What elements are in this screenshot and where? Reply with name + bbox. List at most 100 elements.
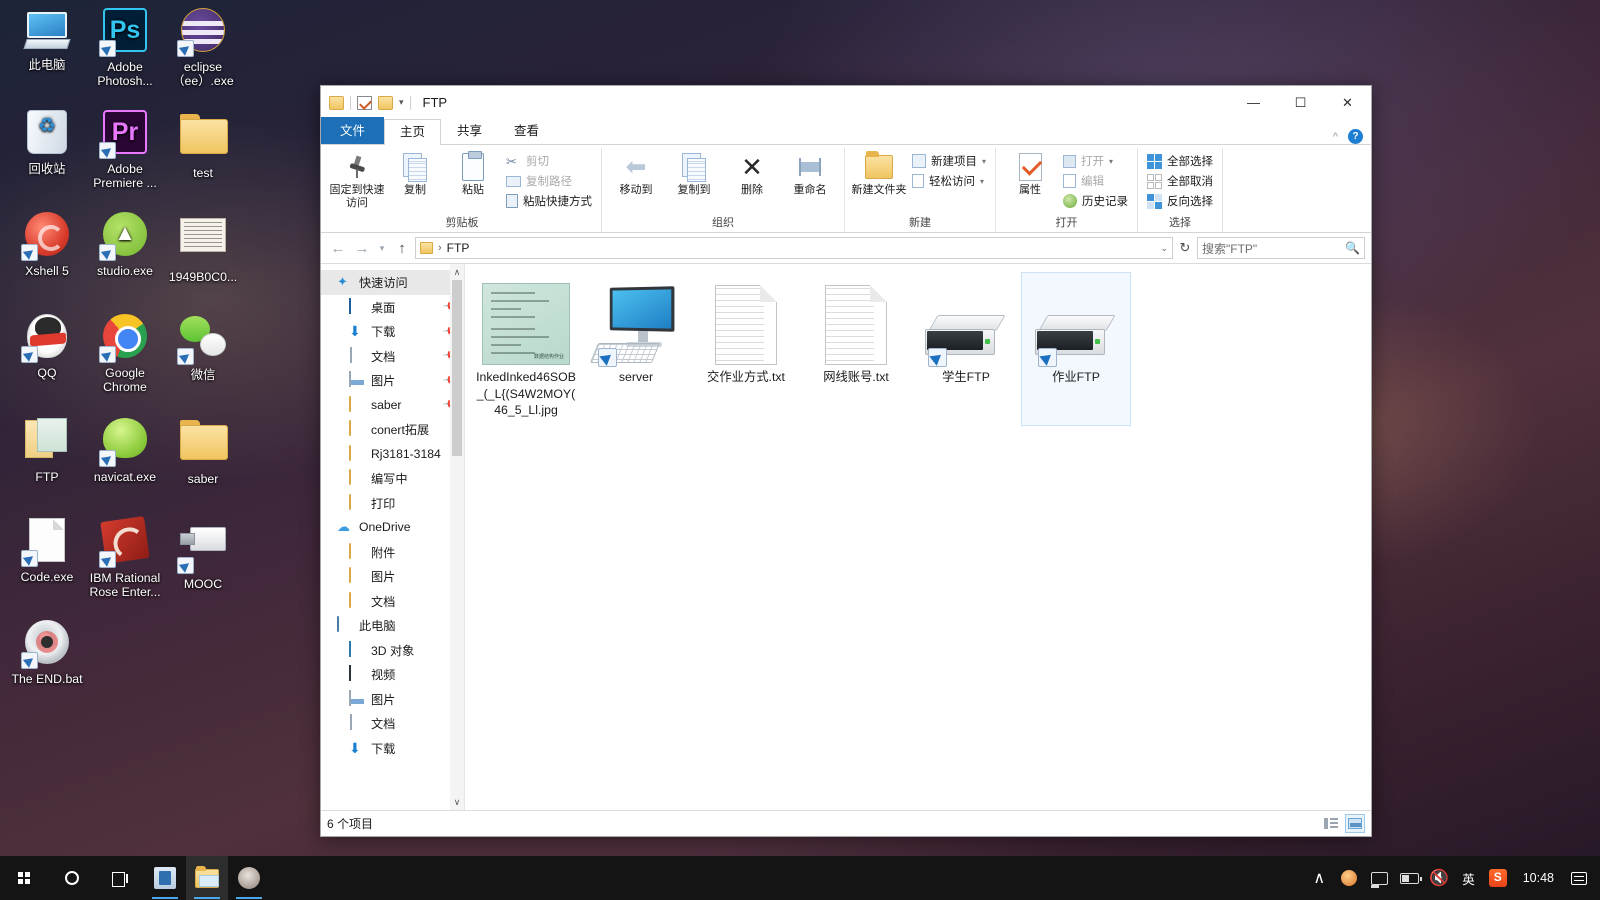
nav-item-4[interactable]: 文档📌 [321, 344, 464, 369]
desktop-icon-2[interactable]: Ps Adobe Photosh... [86, 6, 164, 88]
new-folder-icon[interactable] [378, 95, 393, 110]
nav-item-12[interactable]: 附件 [321, 540, 464, 565]
clock[interactable]: 10:48 [1513, 871, 1564, 885]
refresh-icon[interactable]: ↻ [1175, 237, 1195, 259]
file-item-2[interactable]: server [581, 272, 691, 426]
file-item-6[interactable]: 作业FTP [1021, 272, 1131, 426]
battery-icon[interactable] [1394, 856, 1424, 900]
desktop-icon-10[interactable]: QQ [8, 312, 86, 380]
ribbon-item-new-item[interactable]: 新建项目 ▾ [909, 152, 989, 170]
ribbon-item-paste-shortcut[interactable]: 粘贴快捷方式 [503, 192, 595, 210]
tab-4[interactable]: 查看 [498, 118, 555, 144]
file-item-5[interactable]: 学生FTP [911, 272, 1021, 426]
ribbon-item-select-all[interactable]: 全部选择 [1144, 152, 1216, 170]
ribbon-item-open[interactable]: 打开 ▾ [1060, 152, 1131, 170]
scrollbar-thumb[interactable] [452, 280, 462, 456]
desktop-icon-13[interactable]: FTP [8, 414, 86, 484]
desktop-icon-18[interactable]: MOOC [164, 516, 242, 591]
ribbon-button-copy[interactable]: 复制 [387, 150, 443, 197]
ime-language-icon[interactable]: 英 [1454, 856, 1483, 900]
recent-locations-icon[interactable]: ▾ [375, 237, 389, 259]
minimize-button[interactable]: — [1230, 86, 1277, 119]
large-icons-view-icon[interactable] [1345, 814, 1365, 833]
nav-item-20[interactable]: ⬇ 下载 [321, 736, 464, 761]
sogou-input-icon[interactable]: S [1483, 856, 1513, 900]
desktop-icon-16[interactable]: Code.exe [8, 516, 86, 584]
desktop-icon-9[interactable]: 1949B0C0... [164, 210, 242, 284]
ribbon-item-edit[interactable]: 编辑 [1060, 172, 1131, 190]
help-icon[interactable]: ? [1348, 129, 1363, 144]
properties-check-icon[interactable] [357, 95, 372, 110]
tab-1[interactable]: 文件 [321, 117, 385, 144]
ribbon-button-copy-to[interactable]: 复制到 [666, 150, 722, 197]
search-input[interactable]: 搜索"FTP" 🔍 [1197, 237, 1365, 259]
navigation-scrollbar[interactable]: ∧ ∨ [450, 264, 464, 810]
chevron-down-icon[interactable]: ▾ [980, 177, 984, 186]
chevron-up-icon[interactable]: ^ [1333, 131, 1338, 143]
chevron-down-icon[interactable]: ▾ [982, 157, 986, 166]
desktop-icon-19[interactable]: The END.bat [8, 618, 86, 686]
network-monitor-icon[interactable] [1364, 856, 1394, 900]
nav-item-9[interactable]: 编写中 [321, 466, 464, 491]
ribbon-item-copy-path[interactable]: 复制路径 [503, 172, 595, 190]
ribbon-item-history[interactable]: 历史记录 [1060, 192, 1131, 210]
search-circle-icon[interactable] [48, 856, 96, 900]
ribbon-button-delete[interactable]: ✕ 删除 [724, 150, 780, 197]
task-view-icon[interactable] [96, 856, 144, 900]
desktop-icon-14[interactable]: navicat.exe [86, 414, 164, 484]
ribbon-button-move-to[interactable]: ⬅ 移动到 [608, 150, 664, 197]
folder-icon[interactable] [329, 95, 344, 110]
desktop-icon-15[interactable]: saber [164, 414, 242, 486]
chevron-down-icon[interactable]: ▾ [1109, 157, 1113, 166]
nav-item-2[interactable]: 桌面📌 [321, 295, 464, 320]
file-list-area[interactable]: 数据结构作业 InkedInked46SOB_(_L{(S4W2MOY(46_5_… [465, 264, 1371, 810]
close-button[interactable]: ✕ [1324, 86, 1371, 119]
search-icon[interactable]: 🔍 [1345, 241, 1360, 255]
security-shield-icon[interactable] [1334, 856, 1364, 900]
tab-3[interactable]: 共享 [441, 118, 498, 144]
ribbon-button-paste[interactable]: 粘贴 [445, 150, 501, 197]
file-item-3[interactable]: 交作业方式.txt [691, 272, 801, 426]
desktop-icon-7[interactable]: Xshell 5 [8, 210, 86, 278]
chevron-down-icon[interactable]: ▾ [399, 97, 404, 108]
file-item-4[interactable]: 网线账号.txt [801, 272, 911, 426]
nav-item-16[interactable]: 3D 对象 [321, 638, 464, 663]
user-app-icon[interactable] [228, 856, 270, 900]
action-center-icon[interactable] [1564, 856, 1594, 900]
address-bar[interactable]: › FTP ⌄ [415, 237, 1173, 259]
nav-item-18[interactable]: 图片 [321, 687, 464, 712]
desktop-icon-17[interactable]: IBM Rational Rose Enter... [86, 516, 164, 599]
scroll-up-arrow[interactable]: ∧ [450, 264, 464, 280]
desktop-icon-11[interactable]: Google Chrome [86, 312, 164, 394]
microsoft-store-icon[interactable] [144, 856, 186, 900]
nav-item-8[interactable]: Rj3181-3184 [321, 442, 464, 467]
nav-item-1[interactable]: ✦ 快速访问 [321, 270, 464, 295]
maximize-button[interactable]: ☐ [1277, 86, 1324, 119]
file-item-1[interactable]: 数据结构作业 InkedInked46SOB_(_L{(S4W2MOY(46_5_… [471, 272, 581, 426]
nav-item-19[interactable]: 文档 [321, 711, 464, 736]
breadcrumb-path[interactable]: FTP [447, 241, 470, 255]
desktop-icon-3[interactable]: eclipse（ee）.exe [164, 6, 242, 88]
ribbon-button-rename[interactable]: 重命名 [782, 150, 838, 197]
nav-item-11[interactable]: ☁ OneDrive [321, 515, 464, 540]
tab-2[interactable]: 主页 [384, 119, 442, 145]
nav-item-13[interactable]: 图片 [321, 564, 464, 589]
ribbon-button-new-folder[interactable]: 新建文件夹 [851, 150, 907, 197]
ribbon-item-easy-access[interactable]: 轻松访问 ▾ [909, 172, 989, 190]
back-arrow-icon[interactable]: ← [327, 237, 349, 259]
desktop-icon-5[interactable]: Pr Adobe Premiere ... [86, 108, 164, 190]
ribbon-item-select-none[interactable]: 全部取消 [1144, 172, 1216, 190]
volume-mute-icon[interactable]: 🔇 [1424, 856, 1454, 900]
desktop-icon-8[interactable]: ▲ studio.exe [86, 210, 164, 278]
scroll-down-arrow[interactable]: ∨ [450, 794, 464, 810]
chevron-down-icon[interactable]: ⌄ [1160, 243, 1168, 254]
desktop-icon-6[interactable]: test [164, 108, 242, 180]
details-view-icon[interactable] [1321, 814, 1341, 833]
nav-item-7[interactable]: conert拓展 [321, 417, 464, 442]
nav-item-3[interactable]: ⬇下载📌 [321, 319, 464, 344]
desktop-icon-1[interactable]: 此电脑 [8, 6, 86, 72]
forward-arrow-icon[interactable]: → [351, 237, 373, 259]
ribbon-button-pin[interactable]: 固定到快速访问 [329, 150, 385, 210]
nav-item-14[interactable]: 文档 [321, 589, 464, 614]
nav-item-5[interactable]: 图片📌 [321, 368, 464, 393]
